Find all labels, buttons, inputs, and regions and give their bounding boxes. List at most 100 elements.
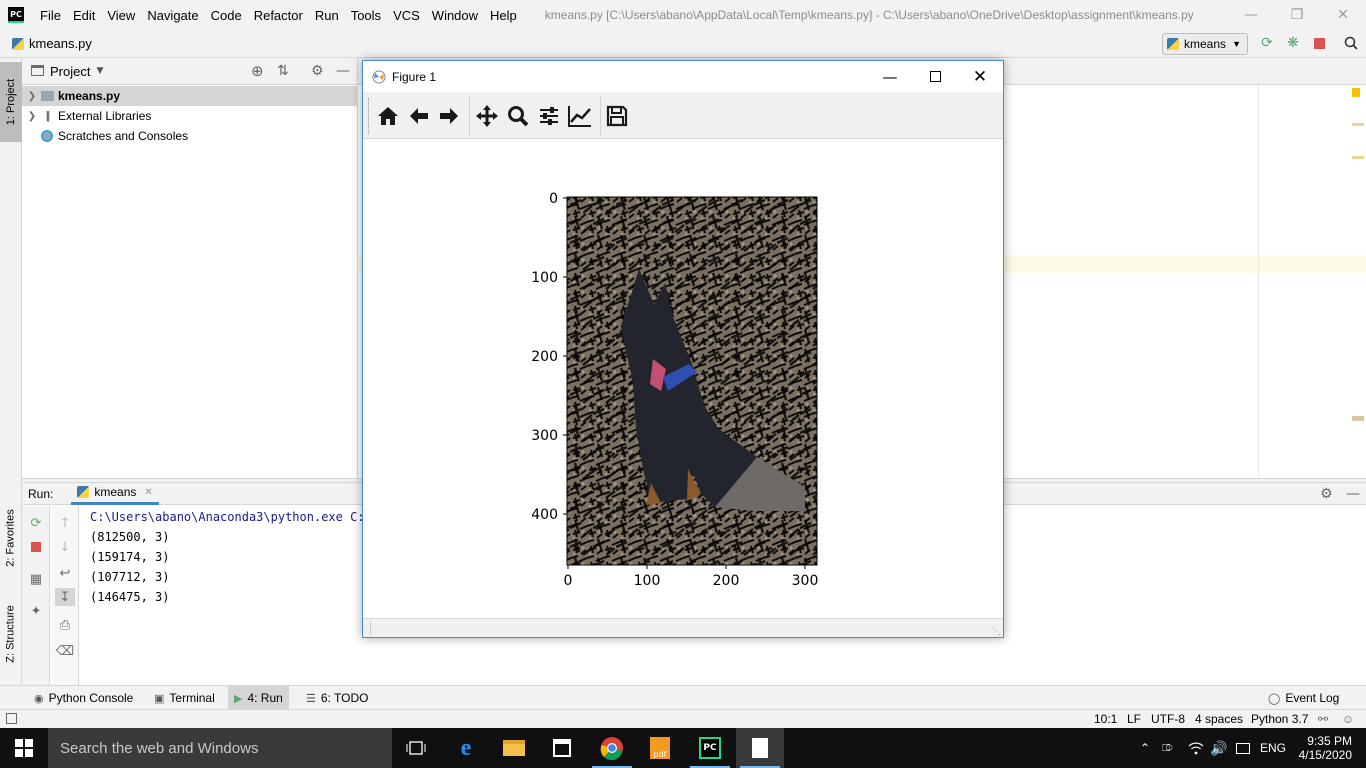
arrow-down-icon[interactable]: ↓ [55,538,75,556]
file-explorer-icon[interactable] [490,728,538,768]
menu-help[interactable]: Help [486,8,521,23]
tab-python-console[interactable]: ◉ Python Console [28,686,139,710]
soft-wrap-icon[interactable]: ↩ [55,564,75,582]
menu-navigate[interactable]: Navigate [143,8,202,23]
tab-event-log[interactable]: ◯ Event Log [1262,686,1345,710]
chevron-down-icon[interactable]: ▼ [96,66,103,76]
debug-bug-icon[interactable]: ❋ [1284,34,1302,52]
close-icon[interactable]: ✕ [957,61,1003,92]
zoom-icon[interactable] [504,102,532,130]
menu-run[interactable]: Run [311,8,343,23]
scroll-to-end-icon[interactable]: ↧ [55,588,75,606]
resize-grip-icon[interactable]: ⋱ [992,627,1001,637]
tree-item-kmeans[interactable]: ❯ kmeans.py [22,86,357,106]
window-title: kmeans.py [C:\Users\abano\AppData\Local\… [544,8,1194,22]
indent-setting[interactable]: 4 spaces [1195,712,1243,726]
collapse-all-icon[interactable]: ⇅ [277,63,289,79]
task-view-icon[interactable] [392,728,440,768]
run-config-select[interactable]: kmeans ▼ [1162,33,1248,55]
menu-vcs[interactable]: VCS [389,8,424,23]
language-indicator[interactable]: ENG [1260,728,1286,768]
scroll-marker[interactable] [1352,416,1364,421]
input-method-icon[interactable]: ⎄ [1162,728,1173,768]
file-encoding[interactable]: UTF-8 [1151,712,1185,726]
breadcrumb-file[interactable]: kmeans.py [29,36,92,51]
figure-titlebar[interactable]: Figure 1 — ✕ [363,61,1003,92]
inspector-icon[interactable]: ☺ [1342,712,1354,726]
tree-item-scratches[interactable]: ❯ Scratches and Consoles [22,126,357,146]
clock[interactable]: 9:35 PM 4/15/2020 [1296,728,1352,768]
save-icon[interactable] [603,102,631,130]
restore-icon[interactable]: ❐ [1274,0,1320,30]
volume-icon[interactable]: 🔊 [1210,728,1227,768]
document-app-icon[interactable] [736,728,784,768]
tab-project[interactable]: 1: Project [0,62,22,142]
caret-position[interactable]: 10:1 [1094,712,1117,726]
windows-start-icon[interactable] [0,728,48,768]
wifi-icon[interactable] [1188,728,1204,768]
lock-icon[interactable]: ⚯ [1318,712,1328,726]
menu-refactor[interactable]: Refactor [250,8,307,23]
edge-browser-icon[interactable]: e [442,728,490,768]
tab-run[interactable]: ▶ 4: Run [228,686,289,710]
tab-structure[interactable]: Z: Structure [0,594,22,674]
scroll-marker[interactable] [1352,123,1364,126]
menu-view[interactable]: View [103,8,139,23]
print-icon[interactable]: ⎙ [55,616,75,634]
pan-icon[interactable] [473,102,501,130]
warning-marker[interactable] [1352,88,1360,97]
gear-icon[interactable]: ⚙ [1320,486,1333,502]
tab-favorites[interactable]: 2: Favorites [0,498,22,578]
tab-todo[interactable]: ☰ 6: TODO [300,686,374,710]
tray-expand-icon[interactable]: ⌃ [1140,728,1150,768]
tool-windows-icon[interactable] [6,713,17,724]
trash-icon[interactable]: ⌫ [55,642,75,660]
hide-panel-icon[interactable]: — [1346,486,1360,502]
forward-arrow-icon[interactable] [435,102,463,130]
line-separator[interactable]: LF [1127,712,1141,726]
tab-terminal[interactable]: ▣ Terminal [148,686,221,710]
taskbar-search-input[interactable]: Search the web and Windows [48,728,392,768]
back-arrow-icon[interactable] [405,102,433,130]
chrome-icon[interactable] [588,728,636,768]
pdf-app-icon[interactable]: pdf [636,728,684,768]
rerun-icon[interactable]: ⟳ [1258,34,1276,52]
tree-item-external-libraries[interactable]: ❯ ||| External Libraries [22,106,357,126]
menu-file[interactable]: File [36,8,65,23]
menu-tools[interactable]: Tools [347,8,385,23]
menu-code[interactable]: Code [207,8,246,23]
chevron-right-icon[interactable]: ❯ [24,91,40,102]
maximize-icon[interactable] [912,61,958,92]
layout-icon[interactable]: ▦ [26,570,46,588]
rerun-icon[interactable]: ⟳ [26,514,46,532]
store-icon[interactable] [538,728,586,768]
stop-icon[interactable] [1310,34,1328,52]
figure-canvas[interactable]: 0 100 200 300 0 100 200 300 400 [363,139,1003,618]
menu-window[interactable]: Window [428,8,482,23]
gear-icon[interactable]: ⚙ [311,63,324,79]
scroll-marker[interactable] [1352,156,1364,159]
breadcrumb[interactable]: kmeans.py [12,36,92,51]
subplots-icon[interactable] [535,102,563,130]
stop-icon[interactable] [26,538,46,556]
hide-panel-icon[interactable]: — [336,63,350,79]
search-everywhere-icon[interactable] [1342,34,1360,52]
edit-axes-icon[interactable] [566,102,594,130]
python-interpreter[interactable]: Python 3.7 [1251,712,1308,726]
minimize-icon[interactable]: — [867,61,913,92]
chevron-right-icon[interactable]: ❯ [24,111,40,122]
locate-target-icon[interactable]: ⊕ [251,62,264,80]
close-icon[interactable]: ✕ [1320,0,1366,30]
menu-edit[interactable]: Edit [69,8,99,23]
notification-message-icon[interactable] [1236,728,1250,768]
right-margin-guide [1258,85,1259,478]
minimize-icon[interactable]: — [1228,0,1274,30]
chevron-down-icon: ▼ [1232,39,1241,49]
tab-run-kmeans[interactable]: kmeans ✕ [71,483,159,505]
pin-icon[interactable]: ✦ [26,602,46,620]
arrow-up-icon[interactable]: ↑ [55,514,75,532]
pycharm-taskbar-icon[interactable]: PC [686,728,734,768]
home-icon[interactable] [374,102,402,130]
project-pane-title[interactable]: Project [50,64,90,79]
close-tab-icon[interactable]: ✕ [144,487,152,498]
